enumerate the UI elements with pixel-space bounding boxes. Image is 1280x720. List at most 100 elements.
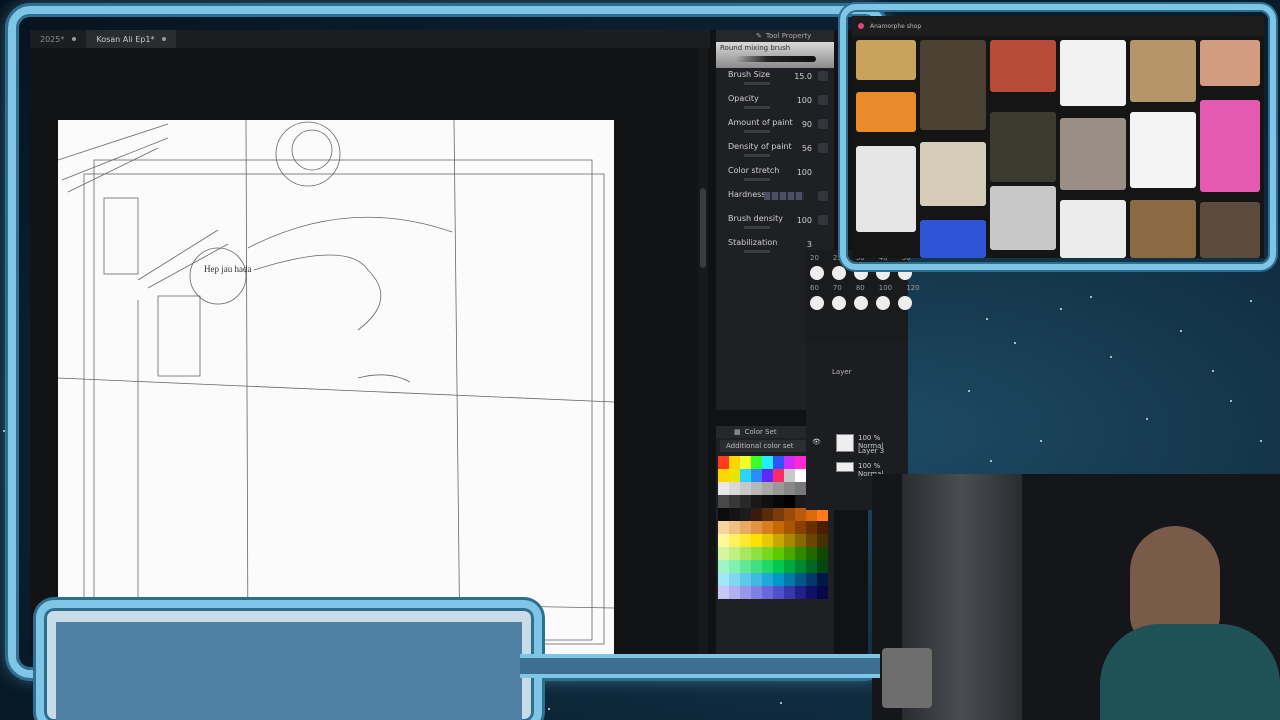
- prop-value[interactable]: 56: [802, 144, 812, 153]
- color-swatch[interactable]: [784, 573, 795, 586]
- color-swatch[interactable]: [729, 586, 740, 599]
- color-swatch[interactable]: [773, 534, 784, 547]
- brush-size-preset[interactable]: [832, 296, 846, 310]
- color-swatch[interactable]: [740, 508, 751, 521]
- color-swatch[interactable]: [773, 547, 784, 560]
- prop-amount-of-paint[interactable]: Amount of paint 90: [716, 116, 834, 140]
- reference-image[interactable]: [856, 146, 916, 232]
- color-swatch[interactable]: [718, 482, 729, 495]
- reference-image[interactable]: [1130, 200, 1196, 258]
- color-swatch[interactable]: [718, 573, 729, 586]
- color-swatch[interactable]: [729, 456, 740, 469]
- prop-value[interactable]: 90: [802, 120, 812, 129]
- prop-color-stretch[interactable]: Color stretch 100: [716, 164, 834, 188]
- brush-size-preset[interactable]: [810, 266, 824, 280]
- reference-image[interactable]: [1200, 40, 1260, 86]
- color-swatch[interactable]: [762, 521, 773, 534]
- color-swatch[interactable]: [784, 508, 795, 521]
- color-swatch[interactable]: [751, 547, 762, 560]
- canvas-area[interactable]: Hep jau hada: [30, 48, 698, 656]
- color-swatch[interactable]: [773, 521, 784, 534]
- color-swatch[interactable]: [718, 586, 729, 599]
- color-swatch[interactable]: [751, 482, 762, 495]
- hardness-selector[interactable]: [764, 192, 804, 200]
- prop-slider[interactable]: [744, 82, 770, 85]
- color-swatch[interactable]: [740, 521, 751, 534]
- scrollbar-thumb[interactable]: [700, 188, 706, 268]
- prop-slider[interactable]: [744, 226, 770, 229]
- prop-density-of-paint[interactable]: Density of paint 56: [716, 140, 834, 164]
- color-swatch[interactable]: [740, 573, 751, 586]
- prop-slider[interactable]: [744, 106, 770, 109]
- reference-image[interactable]: [920, 40, 986, 130]
- color-swatch[interactable]: [762, 495, 773, 508]
- brush-size-preset[interactable]: [876, 296, 890, 310]
- color-swatch[interactable]: [817, 560, 828, 573]
- brush-preview[interactable]: Round mixing brush: [716, 42, 834, 68]
- reference-image[interactable]: [1060, 40, 1126, 106]
- color-swatch[interactable]: [795, 560, 806, 573]
- prop-brush-size[interactable]: Brush Size 15.0: [716, 68, 834, 92]
- color-swatch[interactable]: [740, 560, 751, 573]
- color-swatch[interactable]: [773, 508, 784, 521]
- reference-image[interactable]: [990, 186, 1056, 250]
- color-swatch[interactable]: [740, 456, 751, 469]
- color-swatch[interactable]: [762, 508, 773, 521]
- color-swatch[interactable]: [729, 534, 740, 547]
- color-swatch[interactable]: [762, 560, 773, 573]
- color-swatch[interactable]: [773, 482, 784, 495]
- color-swatch[interactable]: [784, 495, 795, 508]
- expand-icon[interactable]: [818, 71, 828, 81]
- color-swatch[interactable]: [718, 456, 729, 469]
- color-swatch[interactable]: [751, 573, 762, 586]
- reference-image[interactable]: [1200, 100, 1260, 192]
- color-swatch[interactable]: [817, 521, 828, 534]
- reference-image[interactable]: [920, 142, 986, 206]
- color-swatch[interactable]: [762, 573, 773, 586]
- prop-value[interactable]: 100: [797, 168, 812, 177]
- reference-image[interactable]: [1130, 40, 1196, 102]
- color-swatch[interactable]: [729, 469, 740, 482]
- expand-icon[interactable]: [818, 119, 828, 129]
- expand-icon[interactable]: [818, 143, 828, 153]
- color-swatch[interactable]: [762, 534, 773, 547]
- reference-image[interactable]: [920, 220, 986, 258]
- prop-slider[interactable]: [744, 250, 770, 253]
- color-swatch[interactable]: [751, 534, 762, 547]
- color-swatch[interactable]: [718, 534, 729, 547]
- canvas-scrollbar[interactable]: [698, 48, 708, 656]
- color-swatch[interactable]: [773, 560, 784, 573]
- color-swatch[interactable]: [718, 560, 729, 573]
- prop-hardness[interactable]: Hardness: [716, 188, 834, 212]
- color-swatch[interactable]: [817, 534, 828, 547]
- color-swatch[interactable]: [740, 482, 751, 495]
- color-swatch[interactable]: [773, 456, 784, 469]
- color-swatch[interactable]: [751, 508, 762, 521]
- brush-size-preset[interactable]: [854, 296, 868, 310]
- color-swatch[interactable]: [817, 586, 828, 599]
- color-swatch[interactable]: [762, 456, 773, 469]
- prop-slider[interactable]: [744, 154, 770, 157]
- document-tab-2025[interactable]: 2025*: [30, 30, 86, 48]
- color-swatch[interactable]: [784, 586, 795, 599]
- prop-opacity[interactable]: Opacity 100: [716, 92, 834, 116]
- reference-image[interactable]: [1200, 202, 1260, 258]
- color-swatch[interactable]: [751, 560, 762, 573]
- color-swatch[interactable]: [729, 521, 740, 534]
- color-swatch[interactable]: [795, 534, 806, 547]
- color-swatch[interactable]: [718, 508, 729, 521]
- color-swatch[interactable]: [806, 521, 817, 534]
- reference-image[interactable]: [856, 40, 916, 80]
- color-swatch[interactable]: [740, 469, 751, 482]
- color-swatch[interactable]: [806, 586, 817, 599]
- prop-value[interactable]: 100: [797, 96, 812, 105]
- expand-icon[interactable]: [818, 191, 828, 201]
- reference-image[interactable]: [990, 112, 1056, 182]
- prop-value[interactable]: 15.0: [794, 72, 812, 81]
- drawing-canvas[interactable]: Hep jau hada: [58, 120, 614, 656]
- color-swatch[interactable]: [795, 573, 806, 586]
- color-swatch[interactable]: [740, 495, 751, 508]
- color-swatch[interactable]: [751, 586, 762, 599]
- brush-size-preset[interactable]: [810, 296, 824, 310]
- prop-value[interactable]: 3: [807, 240, 812, 249]
